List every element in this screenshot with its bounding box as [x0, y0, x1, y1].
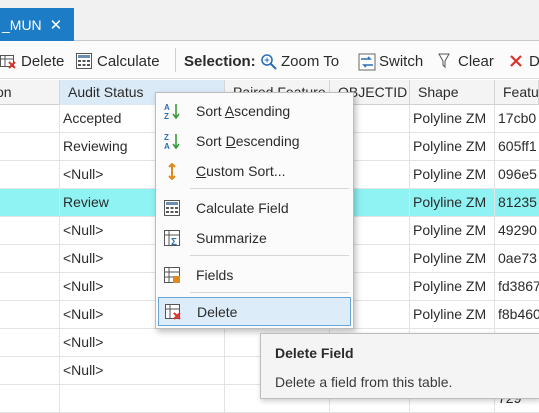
shape-cell: Polyline ZM — [410, 245, 495, 273]
feature-cell: 0ae73 — [498, 250, 537, 266]
feature-cell: fd3867 — [498, 278, 539, 294]
tooltip-description: Delete a field from this table. — [275, 374, 453, 390]
shape-cell: Polyline ZM — [410, 189, 495, 217]
svg-text:A: A — [164, 103, 170, 112]
calculate-field-label: Calculate Field — [196, 200, 289, 216]
sort-ascending-label: Sort Ascending — [196, 103, 291, 119]
audit-status-cell[interactable]: <Null> — [60, 357, 225, 385]
shape-cell: Polyline ZM — [410, 301, 495, 329]
audit-status-cell[interactable]: <Null> — [60, 329, 225, 357]
tab-title: _MUN — [2, 16, 42, 33]
sort-descending-label: Sort Descending — [196, 133, 300, 149]
clear-button[interactable]: Clear — [437, 50, 494, 72]
tab-strip: _MUN ✕ — [0, 0, 539, 41]
menu-divider — [190, 292, 349, 293]
menu-divider — [190, 255, 349, 256]
menu-divider — [190, 188, 349, 189]
shape-cell: Polyline ZM — [410, 133, 495, 161]
calculate-label: Calculate — [97, 52, 160, 70]
sort-descending-icon: ZA — [164, 133, 181, 151]
delete-selected-label: D — [529, 52, 539, 70]
toolbar-divider — [175, 48, 176, 72]
calculate-icon — [76, 53, 92, 69]
calculate-field-icon — [164, 200, 181, 217]
delete-selected-button[interactable]: D — [508, 50, 539, 72]
custom-sort-icon — [164, 162, 181, 181]
column-header-feature[interactable]: Featu — [495, 80, 539, 105]
column-header[interactable]: on — [0, 80, 60, 105]
switch-button[interactable]: Switch — [358, 50, 423, 72]
calculate-button[interactable]: Calculate — [76, 50, 160, 72]
menu-item-sort-descending[interactable]: ZA Sort Descending — [158, 127, 351, 155]
delete-x-icon — [508, 53, 524, 69]
switch-label: Switch — [379, 52, 424, 70]
clear-selection-icon — [437, 53, 453, 69]
switch-selection-icon — [358, 53, 376, 71]
shape-cell: Polyline ZM — [410, 273, 495, 301]
svg-text:Z: Z — [164, 112, 169, 120]
zoom-to-label: Zoom To — [281, 52, 340, 70]
close-icon[interactable]: ✕ — [50, 16, 63, 34]
menu-item-summarize[interactable]: Σ Summarize — [158, 224, 351, 252]
zoom-to-icon — [260, 53, 277, 70]
feature-cell: f8b460 — [498, 306, 539, 322]
fields-icon — [164, 267, 181, 284]
selection-label: Selection: — [184, 52, 256, 70]
svg-text:Z: Z — [164, 133, 169, 142]
tooltip-title: Delete Field — [275, 345, 354, 361]
feature-cell: 81235 — [498, 194, 537, 210]
custom-sort-label: Custom Sort... — [196, 163, 286, 179]
shape-cell: Polyline ZM — [410, 161, 495, 189]
menu-item-delete[interactable]: Delete — [158, 297, 351, 326]
table-toolbar: Delete Calculate Selection: Zoom To Swit… — [0, 41, 539, 79]
delete-field-icon — [165, 304, 182, 321]
column-header-shape[interactable]: Shape — [410, 80, 495, 105]
feature-cell: 17cb0 — [498, 110, 537, 126]
zoom-to-button[interactable]: Zoom To — [260, 50, 339, 72]
menu-item-calculate-field[interactable]: Calculate Field — [158, 194, 351, 222]
feature-cell: 49290 — [498, 222, 537, 238]
clear-label: Clear — [458, 52, 494, 70]
summarize-icon: Σ — [164, 230, 181, 248]
svg-text:Σ: Σ — [171, 237, 177, 247]
audit-status-cell[interactable] — [60, 385, 225, 413]
shape-cell: Polyline ZM — [410, 105, 495, 133]
delete-field-tooltip: Delete Field Delete a field from this ta… — [260, 333, 539, 399]
delete-label: Delete — [197, 303, 238, 320]
menu-item-sort-ascending[interactable]: AZ Sort Ascending — [158, 97, 351, 125]
feature-cell: 096e5 — [498, 166, 537, 182]
column-context-menu: AZ Sort Ascending ZA Sort Descending Cus… — [155, 92, 354, 329]
delete-label: Delete — [21, 52, 65, 70]
fields-label: Fields — [196, 267, 234, 283]
summarize-label: Summarize — [196, 230, 267, 246]
delete-table-icon — [0, 53, 16, 69]
svg-text:A: A — [164, 142, 170, 150]
menu-item-custom-sort[interactable]: Custom Sort... — [158, 157, 351, 185]
menu-item-fields[interactable]: Fields — [158, 261, 351, 289]
sort-ascending-icon: AZ — [164, 103, 181, 121]
delete-button[interactable]: Delete — [0, 50, 64, 72]
feature-cell: 605ff1 — [498, 138, 537, 154]
tab-attribute-table[interactable]: _MUN ✕ — [0, 8, 74, 41]
shape-cell: Polyline ZM — [410, 217, 495, 245]
